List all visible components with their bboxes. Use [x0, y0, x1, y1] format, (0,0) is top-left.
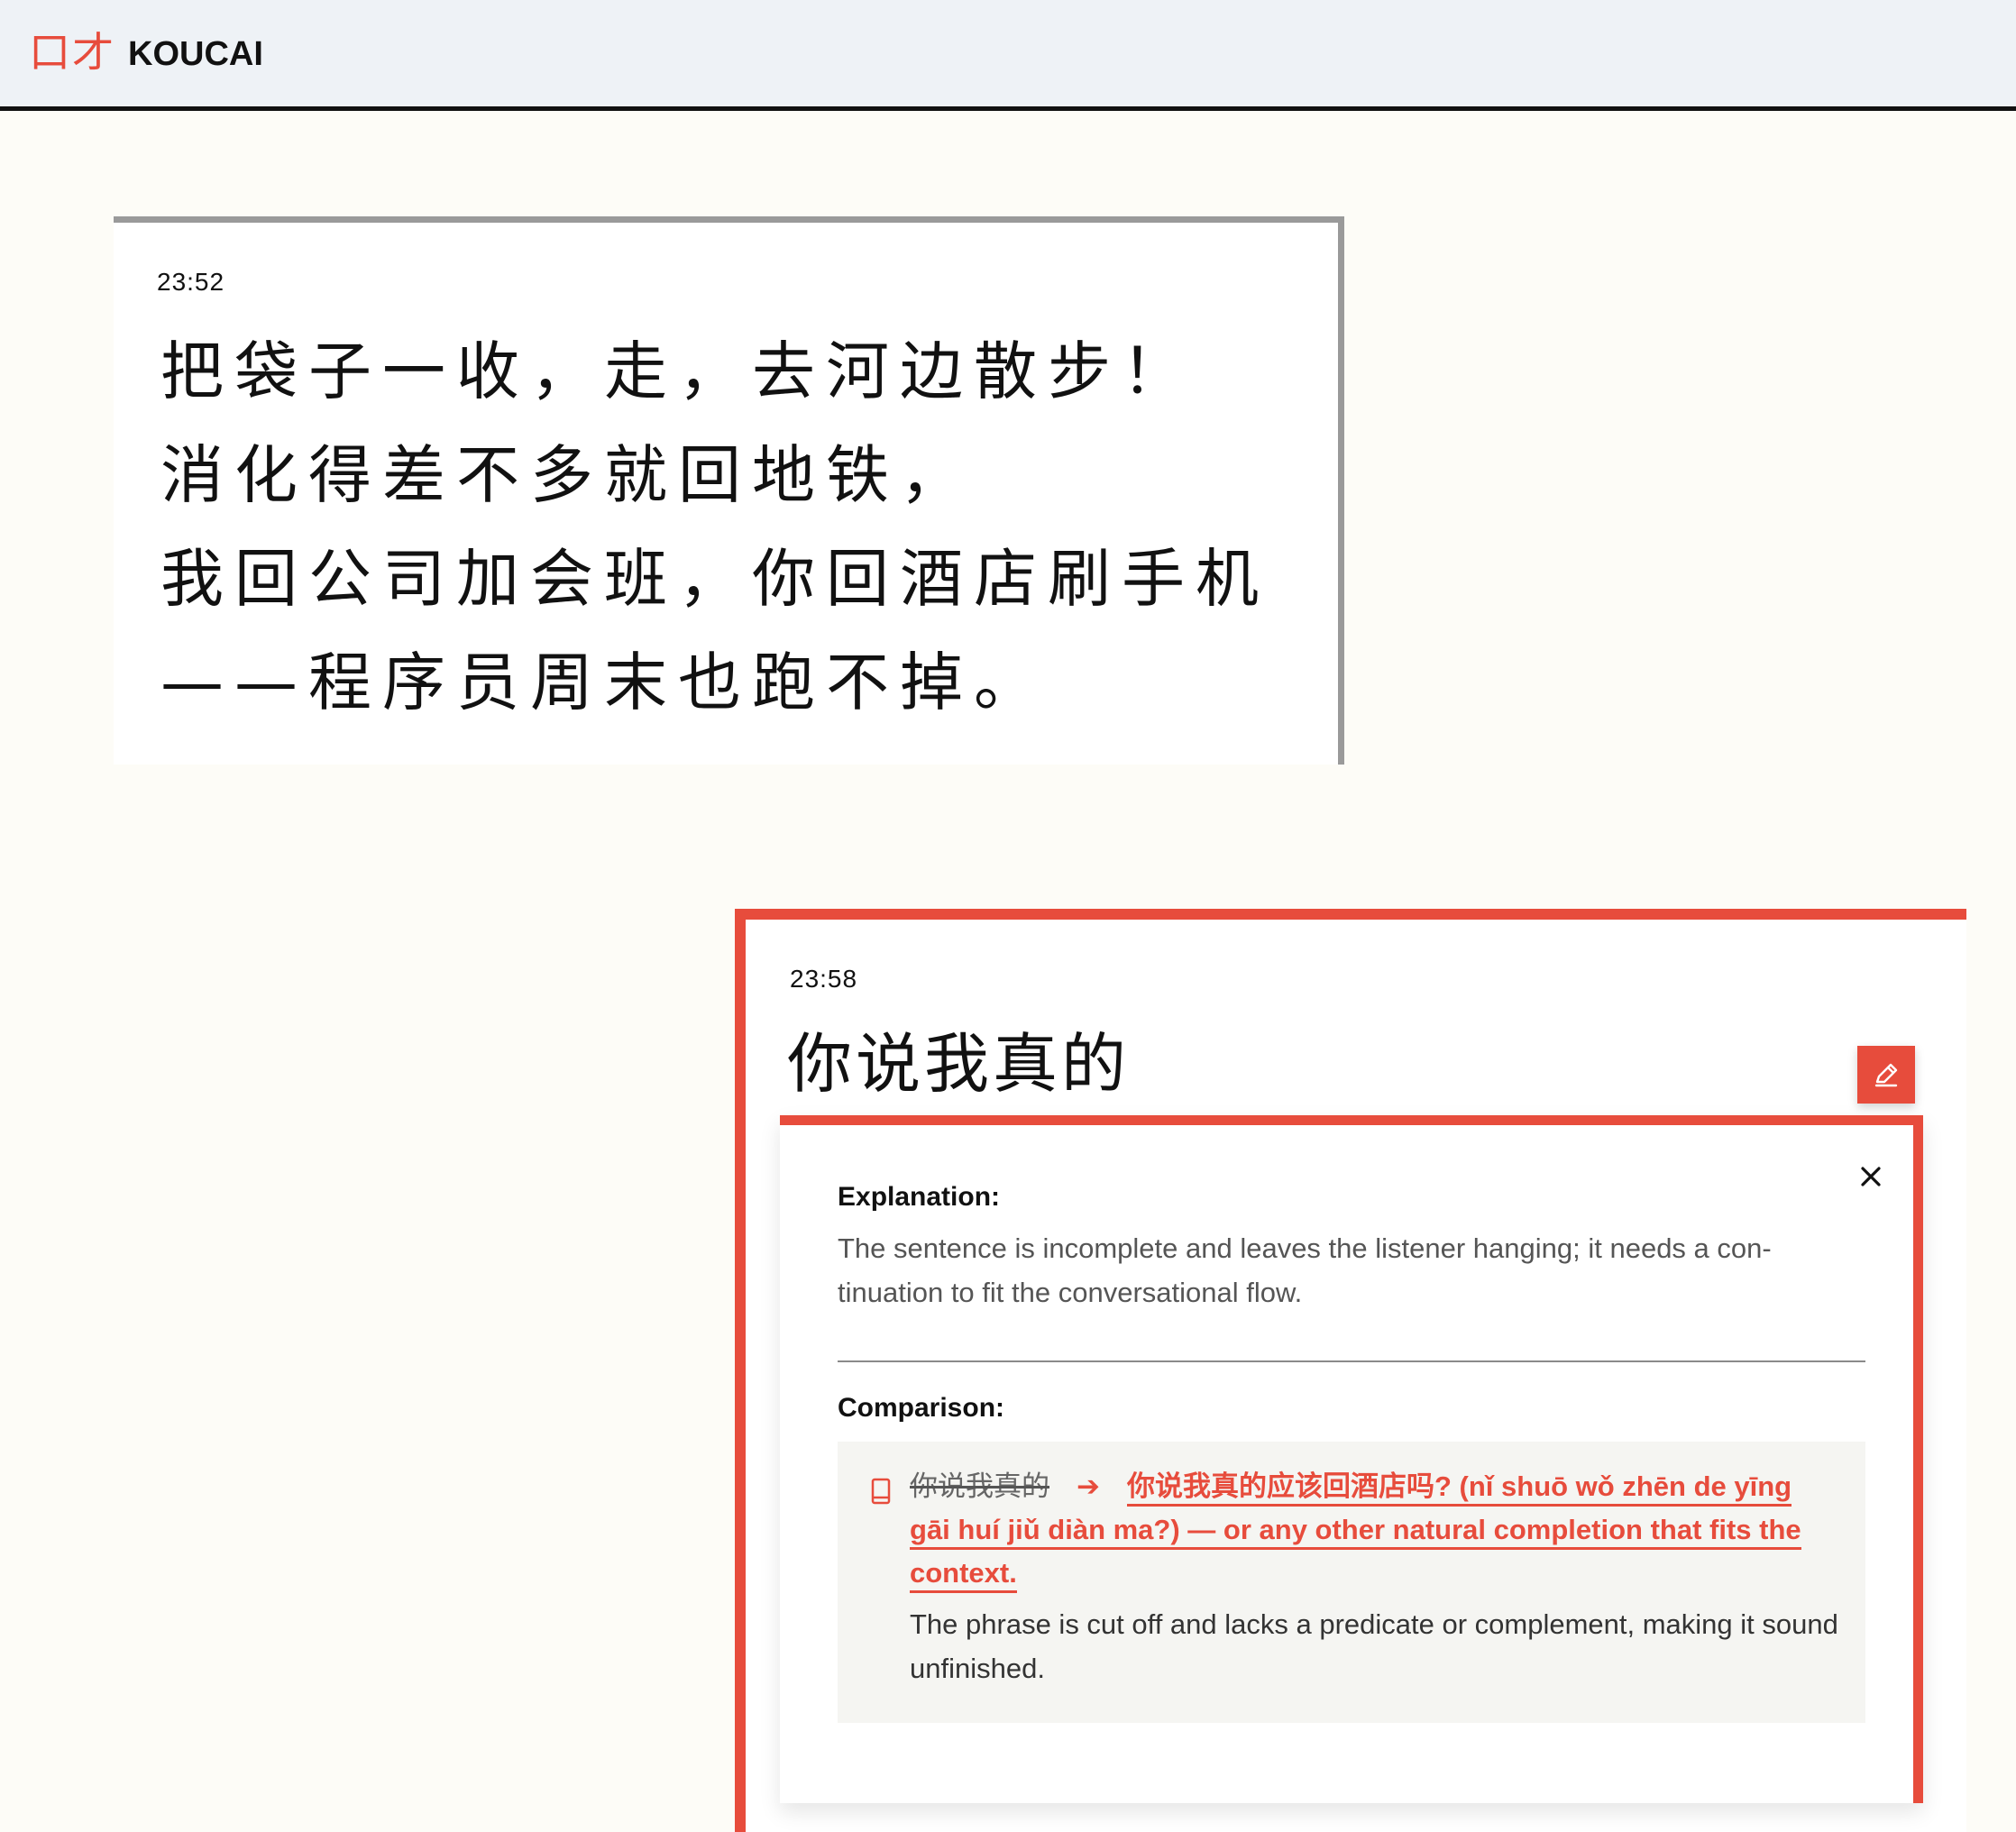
message-text: 把袋子一收，走，去河边散步！ 消化得差不多就回地铁， 我回公司加会班，你回酒店刷…	[160, 320, 1269, 735]
comparison-note: The phrase is cut off and lacks a predic…	[910, 1608, 1838, 1684]
message-line: ——程序员周末也跑不掉。	[160, 646, 1048, 719]
message-line: 我回公司加会班，你回酒店刷手机	[160, 542, 1269, 616]
explanation-title: Explanation:	[838, 1182, 1001, 1212]
close-icon	[1861, 1167, 1881, 1186]
message-line: 把袋子一收，走，去河边散步！	[160, 334, 1196, 408]
logo-text[interactable]: KOUCAI	[128, 30, 263, 78]
edit-button[interactable]	[1857, 1046, 1915, 1104]
comparison-box: 你说我真的 ➔ 你说我真的应该回酒店吗? (nǐ shuō wǒ zhēn de y…	[838, 1442, 1865, 1723]
message-line: 消化得差不多就回地铁，	[160, 438, 974, 512]
divider	[838, 1360, 1865, 1362]
app-header: 口才 KOUCAI	[0, 0, 2016, 111]
feedback-panel: Explanation: The sentence is incomplete …	[780, 1115, 1923, 1803]
book-icon	[871, 1478, 891, 1505]
comparison-line: 你说我真的 ➔ 你说我真的应该回酒店吗? (nǐ shuō wǒ zhēn de y…	[910, 1465, 1838, 1595]
message-text: 你说我真的	[787, 1026, 1131, 1102]
comparison-content: 你说我真的 ➔ 你说我真的应该回酒店吗? (nǐ shuō wǒ zhēn de y…	[910, 1465, 1838, 1690]
pencil-icon	[1874, 1063, 1898, 1087]
arrow-icon: ➔	[1077, 1470, 1100, 1502]
comparison-title: Comparison:	[838, 1393, 1005, 1423]
message-card: 23:52 把袋子一收，走，去河边散步！ 消化得差不多就回地铁， 我回公司加会班…	[114, 216, 1344, 765]
close-button[interactable]	[1853, 1159, 1889, 1195]
logo-chinese[interactable]: 口才	[29, 25, 115, 79]
original-text: 你说我真的	[910, 1470, 1049, 1502]
explanation-text: The sentence is incomplete and leaves th…	[838, 1232, 1772, 1308]
message-timestamp: 23:52	[157, 268, 225, 296]
message-timestamp: 23:58	[790, 965, 858, 993]
